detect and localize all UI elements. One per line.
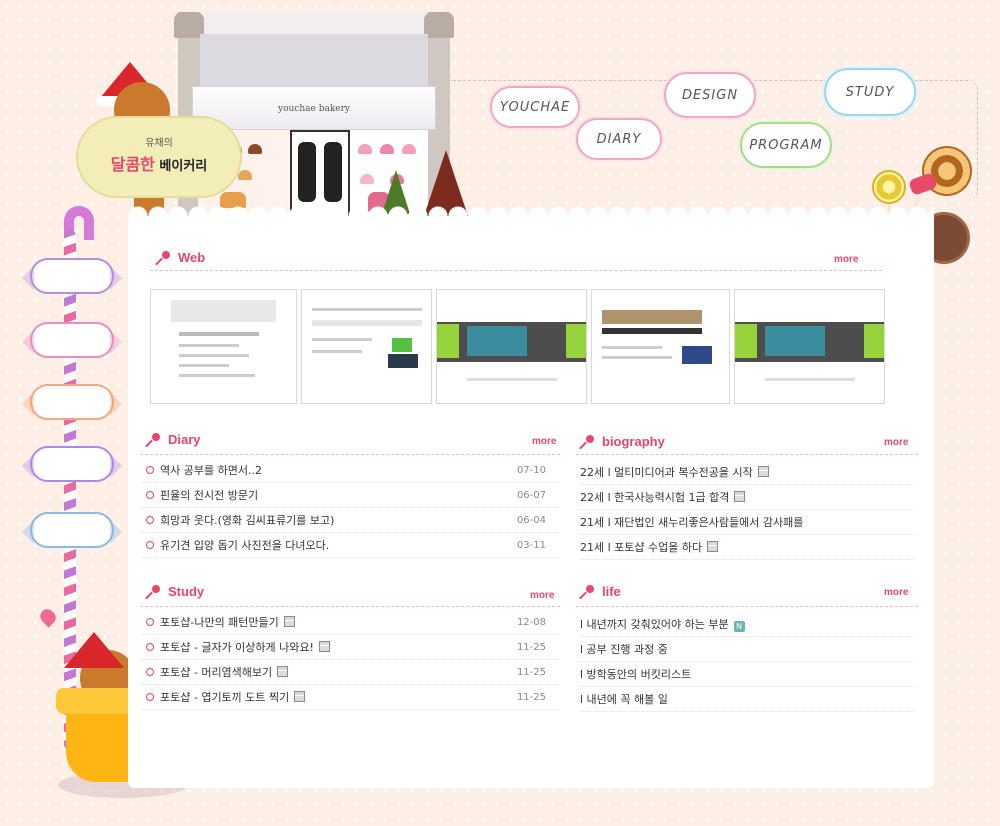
candy-cane-icon	[64, 230, 76, 750]
web-thumbnail[interactable]	[591, 289, 730, 404]
pin-icon	[580, 434, 594, 449]
side-nav-coding[interactable]: CODING	[22, 322, 122, 358]
bullet-icon	[146, 643, 154, 651]
side-nav-novel[interactable]: NOVEL	[22, 512, 122, 548]
list-item[interactable]: 포토샵 - 글자가 이상하게 나와요! 11-25	[142, 635, 560, 660]
heart-icon	[37, 606, 59, 628]
list-item[interactable]: l 공부 진행 과정 중	[580, 637, 916, 662]
bullet-icon	[146, 693, 154, 701]
file-icon	[734, 491, 746, 502]
list-item[interactable]: 22세 l 멀티미디어과 복수전공을 시작	[580, 460, 916, 485]
pin-icon	[146, 584, 160, 599]
file-icon	[757, 466, 769, 477]
diary-list: 역사 공부를 하면서..2 07-10 핀율의 전시전 방문기 06-07 희망과 …	[142, 458, 560, 558]
shop-sign: youchae bakery	[192, 86, 436, 130]
list-item[interactable]: 21세 l 재단법인 새누리좋은사람들에서 감사패를	[580, 510, 916, 535]
list-item[interactable]: 포토샵-나만의 패턴만들기 12-08	[142, 610, 560, 635]
diary-more-link[interactable]: more	[532, 436, 556, 447]
nav-youchae[interactable]: YOUCHAE	[490, 86, 580, 128]
biography-list: 22세 l 멀티미디어과 복수전공을 시작 22세 l 한국사능력시험 1급 합…	[580, 460, 916, 560]
nav-study[interactable]: STUDY	[824, 68, 916, 116]
logo-sign[interactable]: 유채의 달콤한 베이커리	[76, 116, 242, 198]
study-list: 포토샵-나만의 패턴만들기 12-08 포토샵 - 글자가 이상하게 나와요! 11…	[142, 610, 560, 710]
file-icon	[294, 691, 306, 702]
list-item[interactable]: 22세 l 한국사능력시험 1급 합격	[580, 485, 916, 510]
bullet-icon	[146, 466, 154, 474]
list-item[interactable]: 21세 l 포토샵 수업을 하다	[580, 535, 916, 560]
list-item[interactable]: 포토샵 - 머리염색해보기 11-25	[142, 660, 560, 685]
web-thumbnail[interactable]	[301, 289, 432, 404]
pin-icon	[156, 250, 170, 265]
list-item[interactable]: l 내년에 꼭 해볼 일	[580, 687, 916, 712]
section-biography-title: biography	[580, 434, 665, 449]
side-nav-web[interactable]: WEB	[22, 258, 122, 294]
list-item[interactable]: l 방학동안의 버킷리스트	[580, 662, 916, 687]
biography-more-link[interactable]: more	[884, 437, 908, 448]
logo-subtitle: 유채의	[145, 138, 173, 149]
list-item[interactable]: 역사 공부를 하면서..2 07-10	[142, 458, 560, 483]
lollipop-icon	[872, 170, 906, 204]
web-thumbnail[interactable]	[734, 289, 885, 404]
web-more-link[interactable]: more	[834, 254, 858, 265]
bullet-icon	[146, 668, 154, 676]
new-icon: N	[733, 621, 745, 632]
section-diary-title: Diary	[146, 432, 201, 447]
file-icon	[283, 616, 295, 627]
bullet-icon	[146, 516, 154, 524]
life-list: l 내년까지 갖춰있어야 하는 부분 N l 공부 진행 과정 중 l 방학동안의…	[580, 612, 916, 712]
side-nav-flash[interactable]: FLASH	[22, 446, 122, 482]
web-thumbnail[interactable]	[436, 289, 587, 404]
list-item[interactable]: 포토샵 - 엽기토끼 도트 찍기 11-25	[142, 685, 560, 710]
list-item[interactable]: 핀율의 전시전 방문기 06-07	[142, 483, 560, 508]
file-icon	[707, 541, 719, 552]
list-item[interactable]: l 내년까지 갖춰있어야 하는 부분 N	[580, 612, 916, 637]
section-web-title: Web	[156, 250, 205, 265]
section-study-title: Study	[146, 584, 204, 599]
bullet-icon	[146, 541, 154, 549]
shop-door	[290, 130, 350, 218]
life-more-link[interactable]: more	[884, 587, 908, 598]
nav-diary[interactable]: DIARY	[576, 118, 662, 160]
bullet-icon	[146, 491, 154, 499]
file-icon	[277, 666, 289, 677]
list-item[interactable]: 희망과 웃다.(영화 김씨표류기를 보고) 06-04	[142, 508, 560, 533]
side-nav-illust[interactable]: ILLUST	[22, 384, 122, 420]
file-icon	[318, 641, 330, 652]
santa-hat-icon	[64, 632, 124, 668]
pin-icon	[580, 584, 594, 599]
study-more-link[interactable]: more	[530, 590, 554, 601]
nav-program[interactable]: PROGRAM	[740, 122, 832, 168]
nav-design[interactable]: DESIGN	[664, 72, 756, 118]
bullet-icon	[146, 618, 154, 626]
pin-icon	[146, 432, 160, 447]
section-life-title: life	[580, 584, 621, 599]
list-item[interactable]: 유기견 입양 돕기 사진전을 다녀오다. 03-11	[142, 533, 560, 558]
web-thumbnail[interactable]	[150, 289, 297, 404]
logo-title: 달콤한 베이커리	[110, 155, 208, 174]
